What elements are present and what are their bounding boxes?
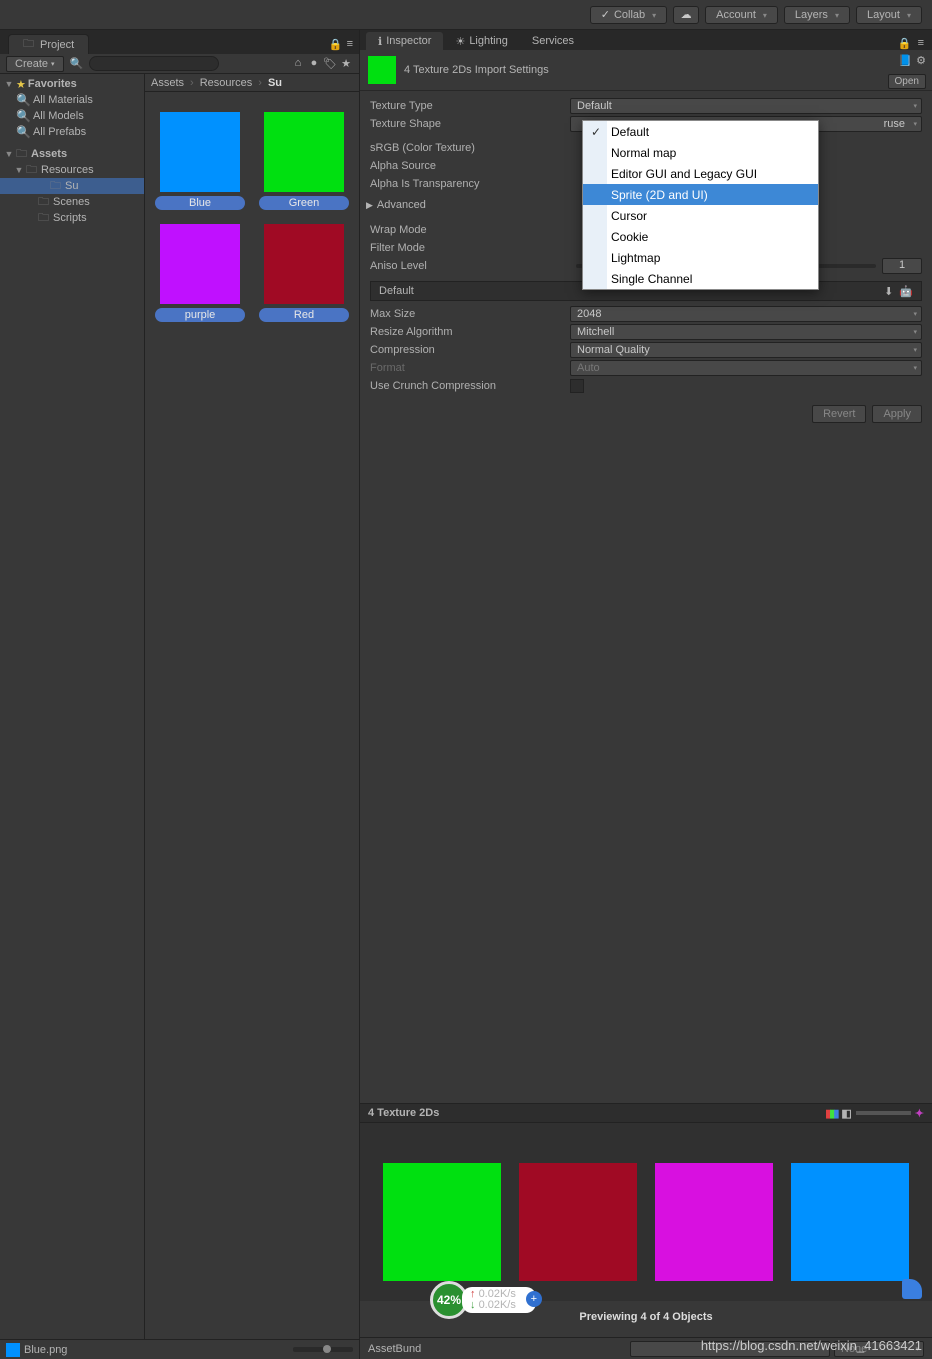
project-tree: ▼★Favorites 🔍All Materials🔍All Models🔍Al… [0,74,145,1339]
header-preview-icon [368,56,396,84]
asset-thumb[interactable]: Green [259,112,349,210]
preview-header[interactable]: 4 Texture 2Ds ▮▮▮◧✦ [360,1103,932,1123]
tree-item[interactable]: ▼Resources [0,162,144,178]
dropdown-option[interactable]: Default [583,121,818,142]
preview-body [360,1123,932,1301]
label-texture-type: Texture Type [370,100,570,112]
texture-type-dropdown: DefaultNormal mapEditor GUI and Legacy G… [582,120,819,290]
label-wrap: Wrap Mode [370,224,570,236]
favorites-header[interactable]: ▼★Favorites [0,76,144,92]
label-alpha-source: Alpha Source [370,160,570,172]
create-button[interactable]: Create ▾ [6,56,64,72]
label-alpha-trans: Alpha Is Transparency [370,178,570,190]
fav-item[interactable]: 🔍All Materials [0,92,144,108]
layout-button[interactable]: Layout [856,6,922,24]
search-icon: 🔍 [70,57,84,70]
dd-max-size[interactable]: 2048 [570,306,922,322]
download-icon[interactable]: ⬇ [884,285,893,298]
sun-icon: ☀ [455,35,465,48]
tab-inspector[interactable]: ℹInspector [366,32,443,50]
label-crunch: Use Crunch Compression [370,380,570,392]
label-aniso: Aniso Level [370,260,570,272]
inspector-title: 4 Texture 2Ds Import Settings [404,64,549,76]
tree-item[interactable]: Scenes [0,194,144,210]
asset-thumb[interactable]: purple [155,224,245,322]
search-input[interactable] [89,56,219,71]
dd-compression[interactable]: Normal Quality [570,342,922,358]
breadcrumb-item[interactable]: Assets [151,77,184,89]
preview-swatch [519,1163,637,1281]
lock-icon[interactable]: 🔒 [329,38,343,51]
dropdown-option[interactable]: Single Channel [583,268,818,289]
help-icon[interactable]: 📘 [898,54,912,67]
label-srgb: sRGB (Color Texture) [370,142,570,154]
info-icon: ℹ [378,35,382,48]
label-format: Format [370,362,570,374]
mip-slider[interactable] [856,1111,911,1115]
collab-button[interactable]: ✓ Collab [590,6,667,24]
apply-button[interactable]: Apply [872,405,922,423]
plus-icon[interactable]: + [526,1291,542,1307]
status-file: Blue.png [24,1344,67,1356]
watermark: https://blog.csdn.net/weixin_41663421 [701,1338,922,1353]
download-badge[interactable]: 42% ↑ 0.02K/s ↓ 0.02K/s + [430,1281,536,1319]
lock-icon[interactable]: 🔒 [898,37,912,50]
top-toolbar: ✓ Collab ☁ Account Layers Layout [0,0,932,30]
breadcrumb: Assets Resources Su [145,74,359,92]
tab-services[interactable]: Services [520,32,586,50]
label-filter: Filter Mode [370,242,570,254]
open-button[interactable]: Open [888,74,926,89]
fav-item[interactable]: 🔍All Prefabs [0,124,144,140]
star-icon[interactable]: ★ [339,57,353,70]
rgb-icon[interactable]: ▮▮▮ [825,1107,837,1120]
account-button[interactable]: Account [705,6,778,24]
menu-icon[interactable]: ≡ [918,37,924,50]
layers-button[interactable]: Layers [784,6,850,24]
alpha-icon[interactable]: ◧ [841,1107,851,1120]
dropdown-option[interactable]: Cursor [583,205,818,226]
android-icon[interactable]: 🤖 [899,285,913,298]
gear-icon[interactable]: ⚙ [916,54,926,67]
dd-texture-type[interactable]: Default [570,98,922,114]
dropdown-option[interactable]: Normal map [583,142,818,163]
preview-swatch [655,1163,773,1281]
revert-button[interactable]: Revert [812,405,866,423]
assets-header[interactable]: ▼Assets [0,146,144,162]
filter-icon[interactable]: ⌂ [291,57,305,70]
dropdown-option[interactable]: Editor GUI and Legacy GUI [583,163,818,184]
label-resize: Resize Algorithm [370,326,570,338]
breadcrumb-item[interactable]: Su [268,77,282,89]
preview-swatch [383,1163,501,1281]
fav-item[interactable]: 🔍All Models [0,108,144,124]
dropdown-option[interactable]: Lightmap [583,247,818,268]
tab-project[interactable]: Project [8,34,89,54]
dropdown-option[interactable]: Sprite (2D and UI) [583,184,818,205]
aniso-value[interactable]: 1 [882,258,922,274]
folder-icon [23,35,36,54]
tag-icon[interactable]: ● [307,57,321,70]
label-texture-shape: Texture Shape [370,118,570,130]
tree-item[interactable]: Su [0,178,144,194]
expand-icon[interactable]: ✦ [915,1107,924,1120]
breadcrumb-item[interactable]: Resources [200,77,253,89]
label-compression: Compression [370,344,570,356]
project-status-bar: Blue.png [0,1339,359,1359]
menu-icon[interactable]: ≡ [347,38,353,50]
cloud-button[interactable]: ☁ [673,6,699,24]
tree-item[interactable]: Scripts [0,210,144,226]
dropdown-option[interactable]: Cookie [583,226,818,247]
project-panel: Project 🔒 ≡ Create ▾ 🔍 ⌂●🏷★ ▼★Favorites 🔍… [0,30,360,1359]
dd-resize[interactable]: Mitchell [570,324,922,340]
asset-thumb[interactable]: Red [259,224,349,322]
tab-lighting[interactable]: ☀Lighting [443,32,519,50]
label-max-size: Max Size [370,308,570,320]
preview-swatch [791,1163,909,1281]
crunch-checkbox[interactable] [570,379,584,393]
status-thumb [6,1343,20,1357]
label-icon[interactable]: 🏷 [323,57,337,70]
net-speed: ↑ 0.02K/s ↓ 0.02K/s + [462,1287,536,1313]
dd-format: Auto [570,360,922,376]
thumb-size-slider[interactable] [293,1347,353,1352]
asset-thumb[interactable]: Blue [155,112,245,210]
